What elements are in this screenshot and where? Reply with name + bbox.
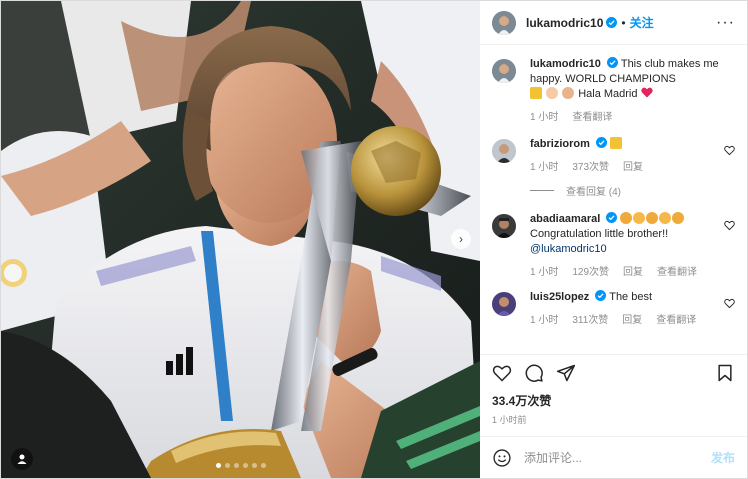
mention-link[interactable]: @lukamodric10 — [530, 243, 607, 255]
comment-username[interactable]: abadiaamaral — [530, 213, 600, 225]
bookmark-icon[interactable] — [715, 363, 735, 383]
comment-time: 1 小时 — [530, 315, 559, 326]
reply-button[interactable]: 回复 — [623, 263, 643, 278]
author-avatar[interactable] — [492, 10, 516, 35]
post-sidebar: lukamodric10 • 关注 ··· lukamodric10 This … — [480, 1, 747, 478]
verified-badge-icon — [606, 57, 618, 68]
verified-badge-icon — [595, 137, 607, 148]
comment-likes[interactable]: 129次赞 — [572, 263, 609, 278]
like-comment-heart-icon[interactable] — [724, 220, 735, 231]
comment-likes[interactable]: 311次赞 — [572, 311, 608, 326]
carousel-dot — [251, 463, 257, 468]
reply-button[interactable]: 回复 — [623, 158, 643, 173]
comment-time: 1 小时 — [530, 162, 559, 173]
emoji-picker-icon[interactable] — [492, 448, 512, 468]
comment-text: Congratulation little brother!! — [530, 228, 669, 240]
share-icon[interactable] — [556, 363, 576, 383]
commenter-avatar[interactable] — [492, 292, 516, 316]
likes-count[interactable]: 33.4万次赞 — [480, 390, 747, 409]
comment-time: 1 小时 — [530, 267, 559, 278]
see-translation-link[interactable]: 查看翻译 — [572, 108, 612, 123]
post-media[interactable]: › — [1, 1, 480, 478]
verified-badge-icon — [595, 290, 607, 301]
post-actions — [480, 354, 747, 390]
follow-button[interactable]: 关注 — [630, 14, 654, 31]
comment-username[interactable]: luis25lopez — [530, 291, 589, 303]
caption-text: lukamodric10 This club makes me happy. W… — [530, 57, 735, 102]
caption: lukamodric10 This club makes me happy. W… — [492, 57, 735, 123]
verified-badge-icon — [606, 212, 618, 223]
chevron-right-icon: › — [459, 232, 463, 246]
praying-hands-emoji — [562, 87, 575, 99]
clapping-hands-emoji — [620, 212, 633, 224]
post-comment-button[interactable]: 发布 — [711, 449, 735, 466]
comment-item: fabriziorom 1 小时 373次赞 回复 — [492, 137, 735, 173]
comment-item: luis25lopez The best 1 小时 311次赞 回复 查看翻译 — [492, 290, 735, 326]
comment-likes[interactable]: 373次赞 — [572, 158, 609, 173]
carousel-dot — [215, 463, 221, 468]
add-comment-bar: 发布 — [480, 436, 747, 478]
heart-icon[interactable] — [492, 363, 512, 383]
caption-username[interactable]: lukamodric10 — [530, 58, 601, 70]
view-replies-button[interactable]: 查看回复 (4) — [530, 183, 735, 198]
red-heart-emoji — [640, 87, 653, 98]
view-replies-label: 查看回复 (4) — [566, 187, 621, 198]
carousel-dot — [242, 463, 248, 468]
post-photo — [1, 1, 480, 478]
post-header: lukamodric10 • 关注 ··· — [480, 1, 747, 45]
clapping-hands-emojis — [620, 212, 685, 225]
more-options-icon[interactable]: ··· — [716, 14, 735, 32]
comments-list[interactable]: lukamodric10 This club makes me happy. W… — [480, 45, 747, 354]
clapping-hands-emoji — [633, 212, 646, 224]
author-username[interactable]: lukamodric10 — [526, 16, 603, 30]
clapping-hands-emoji — [646, 212, 659, 224]
carousel-dot — [224, 463, 230, 468]
instagram-post: › lukamodric10 • 关注 ··· lukamodric10 Thi… — [0, 0, 748, 479]
commenter-avatar[interactable] — [492, 139, 516, 163]
verified-badge-icon — [606, 17, 618, 28]
comment-text: The best — [609, 291, 653, 303]
clapping-hands-emoji — [659, 212, 672, 224]
see-translation-link[interactable]: 查看翻译 — [657, 263, 697, 278]
post-time: 1 小时前 — [492, 415, 527, 425]
caption-time: 1 小时 — [530, 112, 559, 123]
commenter-avatar[interactable] — [492, 214, 516, 238]
see-translation-link[interactable]: 查看翻译 — [656, 311, 696, 326]
carousel-dot — [260, 463, 266, 468]
separator-dot: • — [621, 15, 626, 30]
trophy-emoji — [610, 137, 623, 149]
caption-meta: 1 小时 查看翻译 — [530, 108, 735, 123]
caption-line2: Hala Madrid — [578, 88, 638, 100]
like-comment-heart-icon[interactable] — [724, 298, 735, 309]
carousel-indicator — [1, 463, 480, 468]
clapping-hands-emoji — [672, 212, 685, 224]
reply-button[interactable]: 回复 — [622, 311, 642, 326]
like-comment-heart-icon[interactable] — [724, 145, 735, 156]
carousel-dot — [233, 463, 239, 468]
trophy-emoji — [530, 87, 542, 99]
comment-item: abadiaamaral Congratulation little broth… — [492, 212, 735, 278]
replies-divider — [530, 190, 554, 191]
raised-hand-emoji — [546, 87, 559, 99]
comment-input[interactable] — [524, 450, 711, 465]
comment-icon[interactable] — [524, 363, 544, 383]
next-slide-button[interactable]: › — [451, 229, 471, 249]
caption-avatar[interactable] — [492, 59, 516, 83]
comment-username[interactable]: fabriziorom — [530, 138, 590, 150]
